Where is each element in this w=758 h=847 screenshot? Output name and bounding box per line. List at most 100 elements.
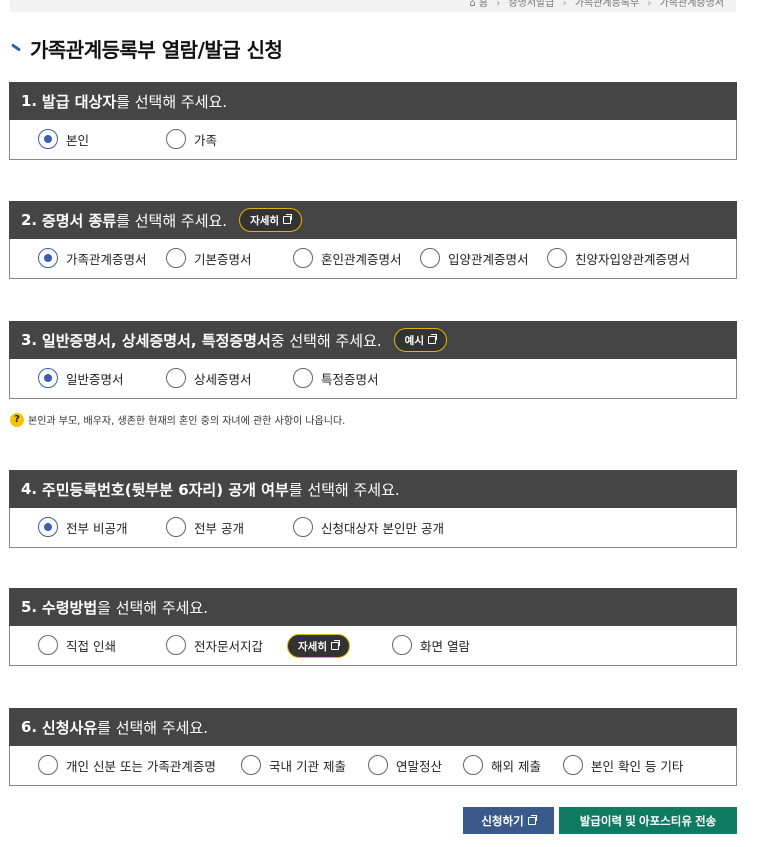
radio-label: 상세증명서	[194, 371, 252, 387]
radio-icon[interactable]	[547, 248, 567, 268]
section-title-rest: 을 선택해 주세요.	[97, 598, 209, 617]
radio-option-all-hidden[interactable]: 전부 비공개	[38, 517, 127, 537]
radio-option-screen-view[interactable]: 화면 열람	[392, 635, 470, 655]
section-options: 일반증명서 상세증명서 특정증명서	[9, 359, 737, 399]
radio-option-marriage[interactable]: 혼인관계증명서	[293, 248, 402, 268]
radio-option-year-end[interactable]: 연말정산	[368, 755, 442, 775]
section-number: 1.	[21, 92, 38, 110]
breadcrumb-bar: ⌂ 홈 › 증명서발급 › 가족관계등록부 › 가족관계증명서	[10, 0, 736, 12]
radio-option-overseas[interactable]: 해외 제출	[463, 755, 541, 775]
section-header: 2. 증명서 종류 를 선택해 주세요. 자세히	[9, 201, 737, 239]
question-icon: ?	[10, 412, 24, 427]
breadcrumb-level1[interactable]: 증명서발급	[508, 0, 554, 9]
radio-icon[interactable]	[166, 248, 186, 268]
radio-icon[interactable]	[463, 755, 483, 775]
radio-checked-icon[interactable]	[38, 517, 58, 537]
section-header: 3. 일반증명서, 상세증명서, 특정증명서 중 선택해 주세요. 예시	[9, 321, 737, 359]
breadcrumb-level2[interactable]: 가족관계등록부	[575, 0, 639, 9]
section-title-rest: 를 선택해 주세요.	[116, 92, 228, 111]
radio-icon[interactable]	[420, 248, 440, 268]
radio-option-full-adoption[interactable]: 친양자입양관계증명서	[547, 248, 690, 268]
radio-icon[interactable]	[563, 755, 583, 775]
radio-option-self[interactable]: 본인	[38, 129, 89, 149]
radio-option-detailed[interactable]: 상세증명서	[166, 368, 252, 388]
e-wallet-details-button[interactable]: 자세히	[287, 634, 350, 658]
section-title-bold: 수령방법	[41, 598, 98, 617]
section-cert-type: 2. 증명서 종류 를 선택해 주세요. 자세히 가족관계증명서 기본증명서 혼인…	[9, 201, 737, 279]
radio-option-specific[interactable]: 특정증명서	[293, 368, 379, 388]
history-button-label: 발급이력 및 아포스티유 전송	[579, 815, 717, 828]
breadcrumb-level3: 가족관계증명서	[659, 0, 724, 9]
radio-option-personal-id[interactable]: 개인 신분 또는 가족관계증명	[38, 755, 216, 775]
details-button[interactable]: 자세히	[239, 208, 303, 232]
section-number: 3.	[21, 331, 38, 349]
radio-checked-icon[interactable]	[38, 248, 58, 268]
radio-option-e-wallet[interactable]: 전자문서지갑	[166, 635, 263, 655]
section-title-rest: 를 선택해 주세요.	[288, 480, 400, 499]
radio-checked-icon[interactable]	[38, 368, 58, 388]
radio-option-adoption[interactable]: 입양관계증명서	[420, 248, 529, 268]
section-options: 개인 신분 또는 가족관계증명 국내 기관 제출 연말정산 해외 제출 본인 확…	[9, 746, 737, 786]
radio-label: 본인 확인 등 기타	[591, 758, 684, 774]
radio-label: 화면 열람	[420, 638, 470, 654]
section-header: 5. 수령방법 을 선택해 주세요.	[9, 588, 737, 626]
radio-icon[interactable]	[166, 368, 186, 388]
radio-icon[interactable]	[166, 517, 186, 537]
section-title-bold: 일반증명서, 상세증명서, 특정증명서	[41, 331, 271, 350]
radio-option-basic[interactable]: 기본증명서	[166, 248, 252, 268]
radio-label: 개인 신분 또는 가족관계증명	[66, 758, 216, 774]
radio-label: 해외 제출	[491, 758, 541, 774]
section-cert-detail: 3. 일반증명서, 상세증명서, 특정증명서 중 선택해 주세요. 예시 일반증…	[9, 321, 737, 399]
chevron-right-icon: ›	[562, 0, 567, 9]
radio-icon[interactable]	[392, 635, 412, 655]
radio-option-general[interactable]: 일반증명서	[38, 368, 124, 388]
history-apostille-button[interactable]: 발급이력 및 아포스티유 전송	[559, 807, 737, 834]
section-number: 5.	[21, 598, 38, 616]
section-title-rest: 중 선택해 주세요.	[270, 331, 382, 350]
external-link-icon	[283, 214, 293, 224]
radio-option-all-public[interactable]: 전부 공개	[166, 517, 244, 537]
radio-option-family[interactable]: 가족	[166, 129, 217, 149]
section-options: 본인 가족	[9, 120, 737, 160]
section-title-bold: 주민등록번호(뒷부분 6자리) 공개 여부	[41, 480, 289, 499]
radio-label: 가족	[194, 132, 218, 148]
radio-icon[interactable]	[166, 635, 186, 655]
radio-option-family-relation[interactable]: 가족관계증명서	[38, 248, 147, 268]
breadcrumb: ⌂ 홈 › 증명서발급 › 가족관계등록부 › 가족관계증명서	[469, 0, 724, 9]
section-title-bold: 발급 대상자	[41, 92, 117, 111]
radio-icon[interactable]	[293, 368, 313, 388]
radio-icon[interactable]	[293, 248, 313, 268]
radio-option-direct-print[interactable]: 직접 인쇄	[38, 635, 116, 655]
radio-option-other[interactable]: 본인 확인 등 기타	[563, 755, 683, 775]
radio-label: 기본증명서	[194, 251, 252, 267]
section-title-bold: 신청사유	[41, 718, 98, 737]
section-options: 전부 비공개 전부 공개 신청대상자 본인만 공개	[9, 508, 737, 548]
example-button[interactable]: 예시	[393, 328, 447, 352]
home-icon[interactable]: ⌂	[469, 0, 475, 9]
radio-option-self-public[interactable]: 신청대상자 본인만 공개	[293, 517, 444, 537]
section-options: 직접 인쇄 전자문서지갑 자세히 화면 열람	[9, 626, 737, 666]
radio-option-domestic[interactable]: 국내 기관 제출	[241, 755, 346, 775]
section-resident-number: 4. 주민등록번호(뒷부분 6자리) 공개 여부 를 선택해 주세요. 전부 비공…	[9, 470, 737, 548]
radio-label: 가족관계증명서	[66, 251, 147, 267]
section-receipt-method: 5. 수령방법 을 선택해 주세요. 직접 인쇄 전자문서지갑 자세히 화면 열람	[9, 588, 737, 666]
radio-label: 혼인관계증명서	[321, 251, 402, 267]
external-link-icon	[527, 814, 537, 825]
radio-icon[interactable]	[38, 755, 58, 775]
radio-icon[interactable]	[241, 755, 261, 775]
radio-checked-icon[interactable]	[38, 129, 58, 149]
apply-button[interactable]: 신청하기	[463, 807, 554, 834]
radio-icon[interactable]	[38, 635, 58, 655]
section-title-rest: 를 선택해 주세요.	[97, 718, 209, 737]
page-title: 가족관계등록부 열람/발급 신청	[30, 38, 283, 62]
radio-label: 일반증명서	[66, 371, 124, 387]
radio-icon[interactable]	[166, 129, 186, 149]
breadcrumb-home[interactable]: 홈	[479, 0, 488, 9]
radio-icon[interactable]	[368, 755, 388, 775]
example-label: 예시	[404, 334, 424, 347]
external-link-icon	[330, 640, 340, 650]
details-label: 자세히	[298, 640, 327, 653]
page-title-wrap: 가족관계등록부 열람/발급 신청	[10, 34, 283, 63]
section-number: 6.	[21, 718, 38, 736]
radio-icon[interactable]	[293, 517, 313, 537]
